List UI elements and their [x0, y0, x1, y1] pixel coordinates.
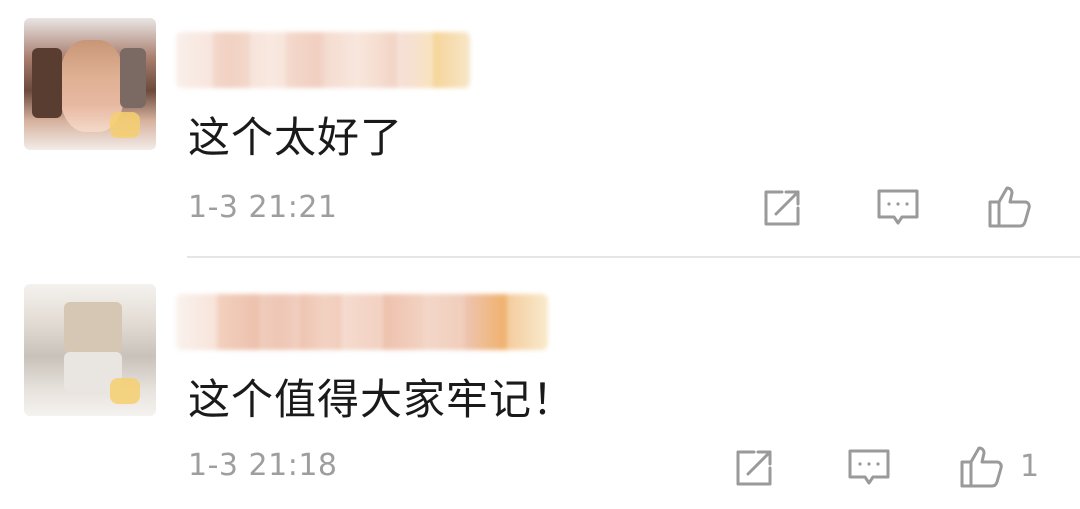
- share-button[interactable]: [760, 184, 804, 232]
- share-icon: [736, 450, 772, 486]
- comment-text: 这个值得大家牢记！: [188, 375, 576, 424]
- username-blurred[interactable]: [176, 32, 470, 88]
- share-icon: [764, 190, 800, 226]
- avatar[interactable]: [24, 284, 156, 416]
- reply-icon: [848, 449, 890, 485]
- like-button[interactable]: [986, 182, 1048, 230]
- reply-button[interactable]: [846, 444, 892, 492]
- comment-item: 这个值得大家牢记！ 1-3 21:18 1: [0, 258, 1080, 509]
- comment-timestamp: 1-3 21:21: [188, 190, 338, 225]
- comment-timestamp: 1-3 21:18: [188, 448, 338, 483]
- username-blurred[interactable]: [176, 294, 548, 350]
- thumbs-up-icon: [988, 186, 1031, 228]
- comment-item: 这个太好了 1-3 21:21: [0, 0, 1080, 258]
- reply-button[interactable]: [875, 184, 921, 232]
- reply-icon: [877, 189, 919, 225]
- thumbs-up-icon: [960, 446, 1003, 488]
- like-count: 1: [1020, 448, 1040, 484]
- share-button[interactable]: [732, 444, 776, 492]
- comment-text: 这个太好了: [188, 113, 404, 162]
- like-button[interactable]: 1: [958, 442, 1039, 490]
- avatar[interactable]: [24, 18, 156, 150]
